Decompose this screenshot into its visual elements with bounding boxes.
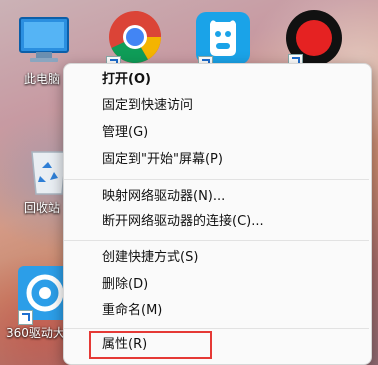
menu-item-pin-quick-access[interactable]: 固定到快速访问 bbox=[102, 96, 193, 116]
menu-separator bbox=[64, 328, 369, 329]
menu-item-rename[interactable]: 重命名(M) bbox=[102, 301, 162, 321]
menu-item-open[interactable]: 打开(O) bbox=[102, 70, 151, 90]
menu-item-manage[interactable]: 管理(G) bbox=[102, 123, 148, 143]
shortcut-arrow-icon bbox=[18, 310, 33, 325]
menu-item-map-network-drive[interactable]: 映射网络驱动器(N)... bbox=[102, 187, 225, 207]
menu-item-disconnect-network-drive[interactable]: 断开网络驱动器的连接(C)... bbox=[102, 212, 264, 232]
menu-item-create-shortcut[interactable]: 创建快捷方式(S) bbox=[102, 248, 198, 268]
desktop-icon-chrome[interactable] bbox=[106, 8, 166, 71]
menu-separator bbox=[64, 240, 369, 241]
menu-separator bbox=[64, 179, 369, 180]
desktop-icon-app[interactable] bbox=[194, 10, 254, 71]
this-pc-icon bbox=[19, 17, 69, 62]
desktop-icon-label: 360驱动大师 bbox=[6, 326, 77, 340]
menu-item-delete[interactable]: 删除(D) bbox=[102, 275, 148, 295]
desktop-icon-recorder[interactable] bbox=[284, 8, 344, 69]
properties-highlight-box bbox=[89, 331, 212, 359]
menu-item-pin-start[interactable]: 固定到"开始"屏幕(P) bbox=[102, 150, 223, 170]
desktop-icon-360-driver[interactable]: 360驱动大师 bbox=[6, 262, 77, 342]
